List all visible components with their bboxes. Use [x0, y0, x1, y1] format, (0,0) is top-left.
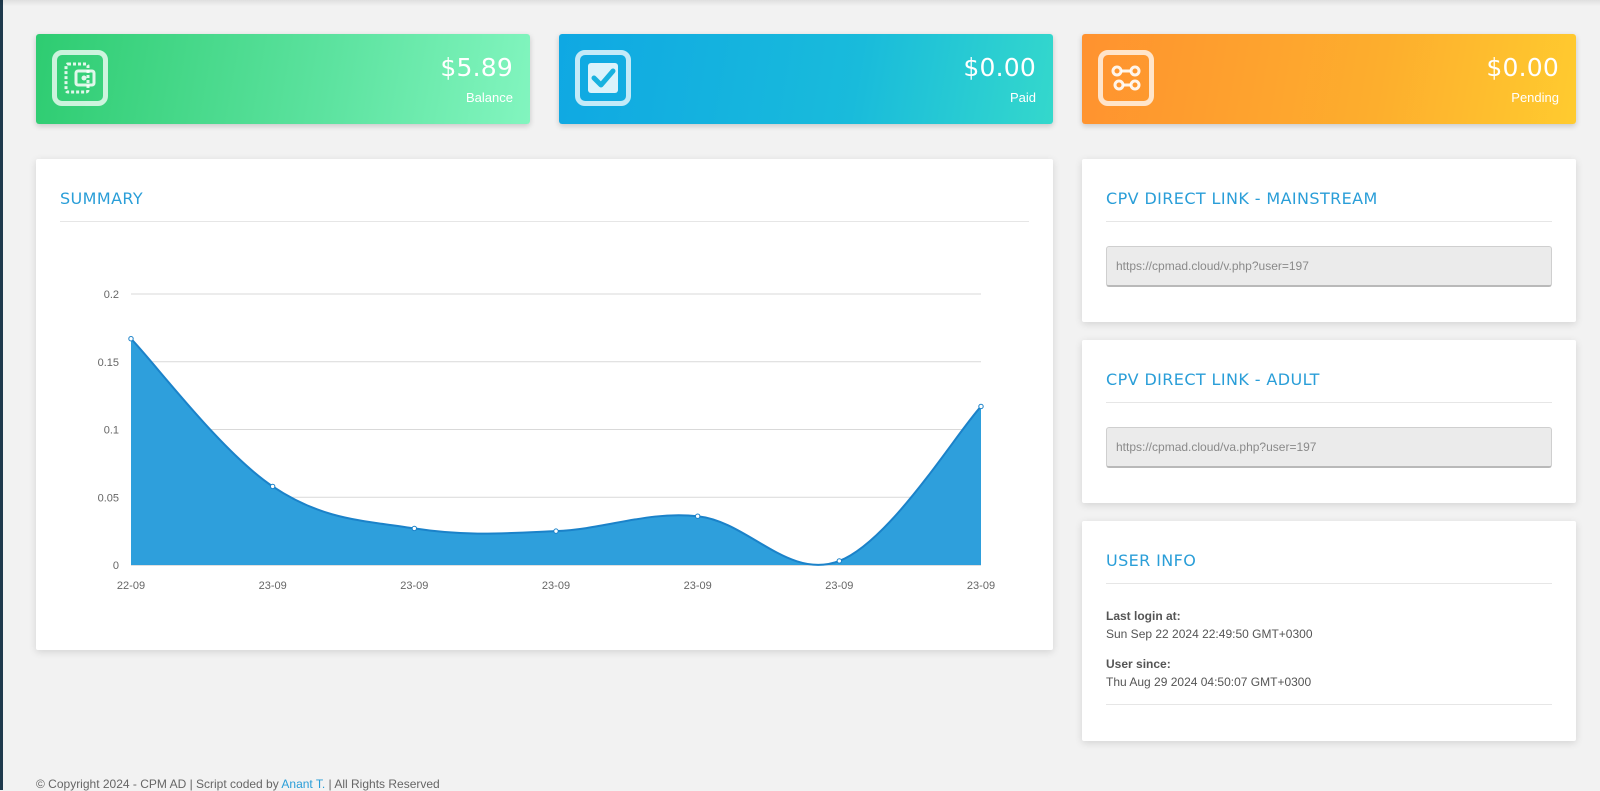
- mainstream-link-panel: CPV DIRECT LINK - MAINSTREAM: [1082, 159, 1576, 322]
- data-point: [836, 558, 843, 564]
- x-tick-label: 23-09: [542, 580, 570, 592]
- user-since-label: User since:: [1106, 657, 1171, 671]
- user-info-divider: [1106, 583, 1552, 584]
- last-login-value: Sun Sep 22 2024 22:49:50 GMT+0300: [1106, 627, 1313, 641]
- x-tick-label: 23-09: [967, 580, 995, 592]
- mainstream-title: CPV DIRECT LINK - MAINSTREAM: [1106, 189, 1378, 208]
- adult-title: CPV DIRECT LINK - ADULT: [1106, 370, 1320, 389]
- y-tick-label: 0.05: [98, 492, 119, 504]
- footer-rights: | All Rights Reserved: [325, 777, 440, 791]
- author-link[interactable]: Anant T.: [281, 777, 325, 791]
- data-point: [694, 513, 701, 519]
- balance-card: $5.89 Balance: [36, 34, 530, 124]
- data-point: [553, 528, 559, 534]
- x-tick-label: 23-09: [259, 580, 287, 592]
- data-point: [978, 403, 984, 410]
- pending-card: $0.00 Pending: [1082, 34, 1576, 124]
- paid-card: $0.00 Paid: [559, 34, 1053, 124]
- user-info-panel: USER INFO Last login at: Sun Sep 22 2024…: [1082, 521, 1576, 741]
- data-point: [269, 483, 276, 490]
- footer: © Copyright 2024 - CPM AD | Script coded…: [36, 777, 440, 791]
- summary-panel: SUMMARY 0 0.05 0.1 0.15 0.2 22-09 23-09 23-09 23…: [36, 159, 1053, 650]
- paid-label: Paid: [1009, 90, 1036, 105]
- y-tick-label: 0.15: [98, 357, 119, 369]
- checkbox-checked-icon: [575, 50, 631, 106]
- paid-value: $0.00: [963, 53, 1036, 82]
- summary-chart: 0 0.05 0.1 0.15 0.2 22-09 23-09 23-09 23-09 23-09…: [98, 289, 995, 592]
- adult-link-panel: CPV DIRECT LINK - ADULT: [1082, 340, 1576, 503]
- y-tick-label: 0.2: [104, 289, 119, 301]
- y-tick-label: 0: [113, 560, 119, 572]
- last-login-label: Last login at:: [1106, 609, 1181, 623]
- x-tick-label: 23-09: [825, 580, 853, 592]
- user-since-value: Thu Aug 29 2024 04:50:07 GMT+0300: [1106, 675, 1312, 689]
- y-tick-label: 0.1: [104, 425, 119, 437]
- balance-label: Balance: [466, 90, 513, 105]
- adult-link-input[interactable]: [1106, 427, 1552, 468]
- user-info-bottom-divider: [1106, 704, 1552, 705]
- data-point: [411, 525, 418, 532]
- x-tick-label: 23-09: [400, 580, 428, 592]
- pending-value: $0.00: [1486, 53, 1559, 82]
- footer-copyright: © Copyright 2024 - CPM AD | Script coded…: [36, 777, 282, 791]
- pending-label: Pending: [1511, 90, 1559, 105]
- balance-value: $5.89: [440, 53, 513, 82]
- data-point: [128, 336, 134, 342]
- wallet-icon: [52, 50, 108, 106]
- user-info-title: USER INFO: [1106, 551, 1197, 570]
- x-tick-label: 23-09: [684, 580, 712, 592]
- sidebar-edge: [0, 0, 3, 790]
- pending-flow-icon: [1098, 50, 1154, 106]
- x-tick-label: 22-09: [117, 580, 145, 592]
- header-shadow: [0, 0, 1600, 6]
- mainstream-divider: [1106, 221, 1552, 222]
- adult-divider: [1106, 402, 1552, 403]
- mainstream-link-input[interactable]: [1106, 246, 1552, 287]
